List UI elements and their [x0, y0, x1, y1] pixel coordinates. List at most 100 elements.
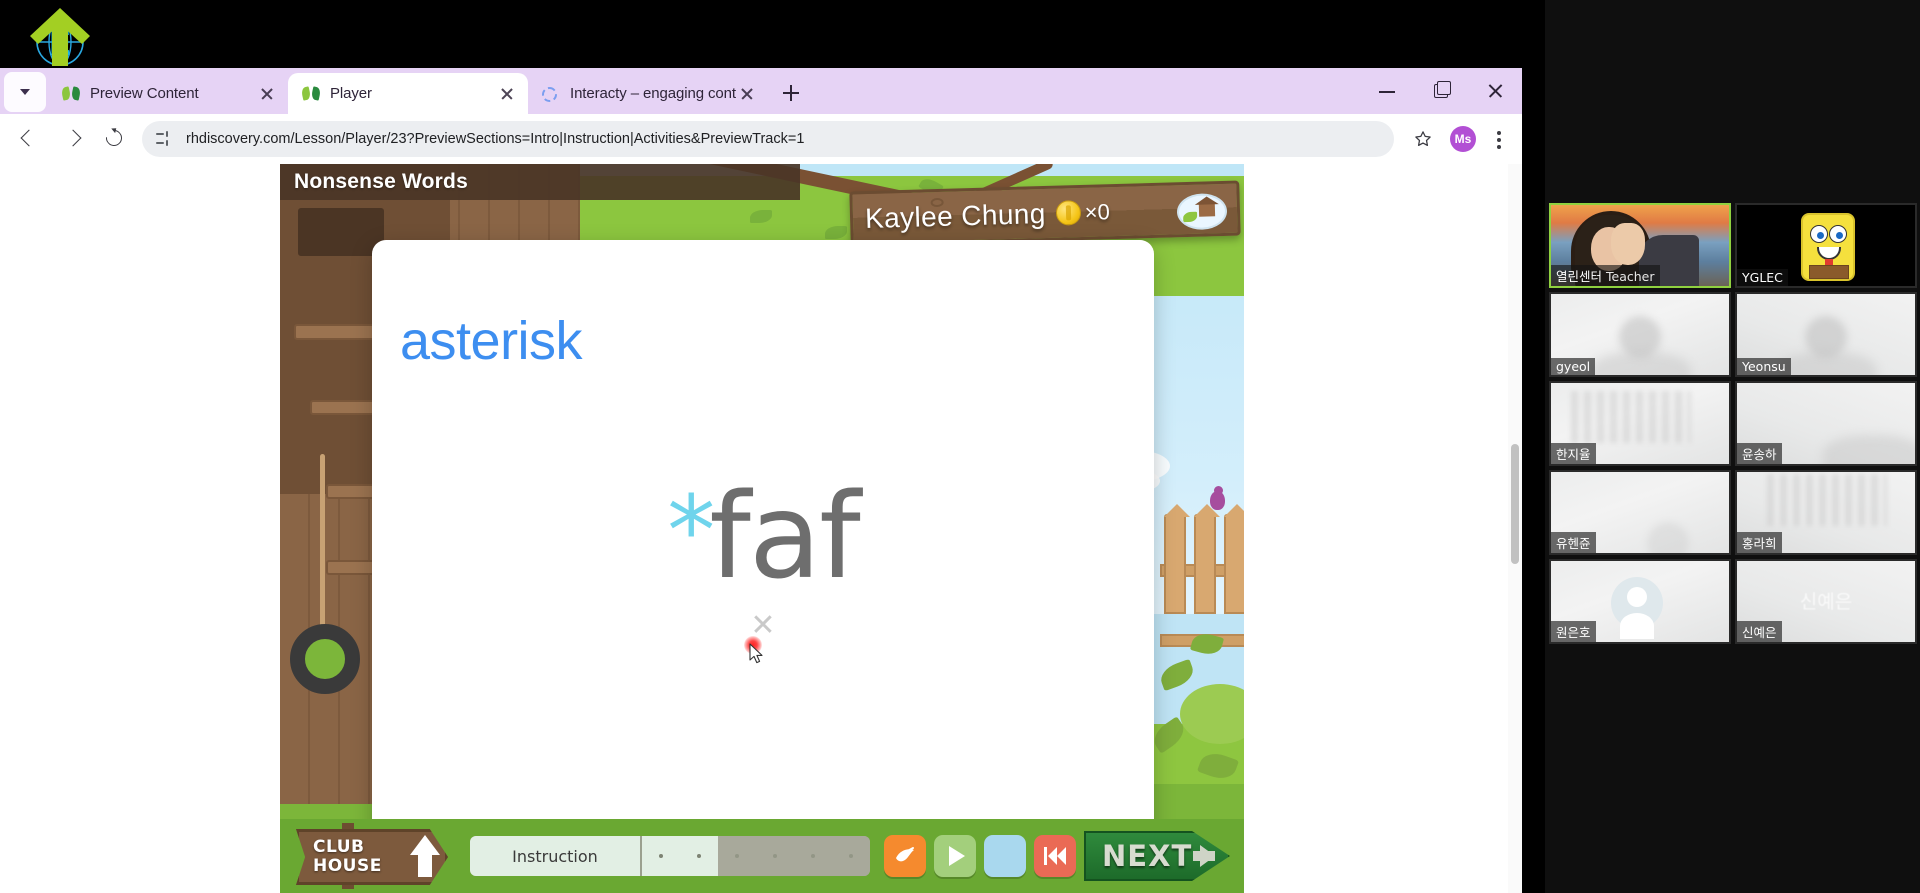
tab-title: Preview Content: [90, 85, 199, 102]
site-settings-icon[interactable]: [156, 130, 174, 148]
participant-tile-shinyeeun[interactable]: 신예은 신예은: [1735, 559, 1917, 644]
default-avatar-icon: [1611, 577, 1663, 639]
next-label: NEXT: [1102, 839, 1193, 873]
participant-tile-hanjiyul[interactable]: 한지율: [1549, 381, 1731, 466]
shuffle-button[interactable]: [884, 835, 926, 877]
maximize-button[interactable]: [1414, 68, 1468, 114]
close-icon[interactable]: ✕: [372, 608, 1154, 643]
profile-avatar[interactable]: Ms: [1450, 126, 1476, 152]
participant-tile-hongrahee[interactable]: 홍라희: [1735, 470, 1917, 555]
bush-leaf: [1157, 658, 1197, 692]
asterisk-symbol: *: [667, 475, 715, 587]
participant-name: 원은호: [1551, 621, 1596, 642]
bird-icon: [1210, 486, 1225, 510]
window-controls: [1360, 68, 1522, 114]
browser-menu-button[interactable]: [1486, 122, 1512, 156]
butterfly-icon: [62, 85, 80, 103]
participant-name: Yeonsu: [1737, 358, 1791, 375]
play-icon: [949, 846, 965, 866]
forward-button[interactable]: [52, 119, 92, 159]
play-button[interactable]: [934, 835, 976, 877]
progress-step[interactable]: [756, 836, 794, 876]
rewind-icon: [1044, 847, 1066, 865]
participant-grid: 열린센터 Teacher YGLEC gyeol Yeonsu 한지율 윤송하 …: [1549, 203, 1917, 644]
video-conference-panel: 열린센터 Teacher YGLEC gyeol Yeonsu 한지율 윤송하 …: [1545, 0, 1920, 893]
participant-tile-teacher[interactable]: 열린센터 Teacher: [1549, 203, 1731, 288]
scrollbar-thumb[interactable]: [1511, 444, 1519, 564]
page-scrollbar[interactable]: [1508, 164, 1522, 893]
participant-name: 신예은: [1737, 621, 1782, 642]
nonsense-word-text: faf: [709, 467, 860, 605]
progress-section-label: Instruction: [470, 836, 642, 876]
treehouse-badge-icon: [1176, 192, 1228, 231]
rewind-button[interactable]: [1034, 835, 1076, 877]
coin-count: ×0: [1084, 198, 1111, 225]
progress-step[interactable]: [680, 836, 718, 876]
chevron-down-icon: [20, 89, 30, 95]
window-close-button[interactable]: [1468, 68, 1522, 114]
clubhouse-button[interactable]: CLUB HOUSE: [296, 823, 456, 889]
lesson-player-stage: Nonsense Words Kaylee Chung ×0 asterisk …: [280, 164, 1244, 893]
fence-picket: [1194, 504, 1220, 614]
address-bar[interactable]: rhdiscovery.com/Lesson/Player/23?Preview…: [142, 121, 1394, 157]
lesson-progress-bar[interactable]: Instruction: [470, 836, 870, 876]
browser-tab-interacty[interactable]: Interacty – engaging content |: [528, 73, 768, 114]
back-button[interactable]: [10, 119, 50, 159]
right-arrow-icon: [1193, 845, 1216, 867]
participant-tile-yeonsu[interactable]: Yeonsu: [1735, 292, 1917, 377]
activity-heading: asterisk: [400, 311, 583, 371]
player-name-sign: Kaylee Chung ×0: [849, 180, 1241, 247]
participant-name: 윤송하: [1737, 443, 1782, 464]
minimize-button[interactable]: [1360, 68, 1414, 114]
participant-tile-yglec[interactable]: YGLEC: [1735, 203, 1917, 288]
progress-step[interactable]: [794, 836, 832, 876]
close-icon[interactable]: [496, 83, 518, 105]
participant-tile-gyeol[interactable]: gyeol: [1549, 292, 1731, 377]
tire-swing: [290, 624, 360, 694]
tab-search-button[interactable]: [4, 72, 46, 112]
coin-icon: [1055, 200, 1082, 226]
tab-strip: Preview Content Player Interacty – engag…: [0, 68, 1522, 114]
tab-title: Player: [330, 85, 372, 102]
new-tab-button[interactable]: [774, 76, 808, 110]
participant-role: Teacher: [1606, 269, 1655, 284]
browser-toolbar: rhdiscovery.com/Lesson/Player/23?Preview…: [0, 114, 1522, 164]
treehouse-door: [298, 208, 384, 256]
participant-name: 유헨쥰: [1551, 532, 1596, 553]
participant-tile-yunsongha[interactable]: 윤송하: [1735, 381, 1917, 466]
next-button[interactable]: NEXT: [1084, 831, 1230, 881]
player-name: Kaylee Chung: [864, 197, 1047, 234]
progress-step[interactable]: [832, 836, 870, 876]
blank-button[interactable]: [984, 835, 1026, 877]
activity-card: asterisk *faf ✕: [372, 240, 1154, 892]
bird-icon: [896, 847, 914, 862]
organization-logo: E: [24, 0, 96, 72]
fence-picket: [1224, 504, 1244, 614]
url-text: rhdiscovery.com/Lesson/Player/23?Preview…: [186, 131, 805, 147]
nonsense-word-display[interactable]: *faf: [372, 477, 1154, 595]
close-icon[interactable]: [736, 83, 758, 105]
participant-tile-yuhenjun[interactable]: 유헨쥰: [1549, 470, 1731, 555]
player-bottom-bar: CLUB HOUSE Instruction NEXT: [280, 819, 1244, 893]
participant-tile-woneunho[interactable]: 원은호: [1549, 559, 1731, 644]
lesson-title: Nonsense Words: [294, 170, 468, 193]
page-viewport: Nonsense Words Kaylee Chung ×0 asterisk …: [0, 164, 1522, 893]
circle-dotted-icon: [542, 85, 560, 103]
bookmark-star-icon[interactable]: [1406, 122, 1440, 156]
participant-name: gyeol: [1551, 358, 1596, 375]
participant-ghost-label: 신예은: [1799, 591, 1853, 613]
participant-name: 한지율: [1551, 443, 1596, 464]
close-icon[interactable]: [256, 83, 278, 105]
reload-button[interactable]: [94, 119, 134, 159]
browser-tab-preview-content[interactable]: Preview Content: [48, 73, 288, 114]
up-arrow-icon: [410, 835, 440, 877]
tab-title: Interacty – engaging content |: [570, 85, 736, 102]
butterfly-icon: [302, 85, 320, 103]
fence-picket: [1164, 504, 1190, 614]
progress-step[interactable]: [642, 836, 680, 876]
progress-step[interactable]: [718, 836, 756, 876]
tire-swing-rope: [320, 454, 325, 629]
browser-window: Preview Content Player Interacty – engag…: [0, 68, 1522, 893]
browser-tab-player[interactable]: Player: [288, 73, 528, 114]
spongebob-avatar-icon: [1801, 213, 1855, 281]
